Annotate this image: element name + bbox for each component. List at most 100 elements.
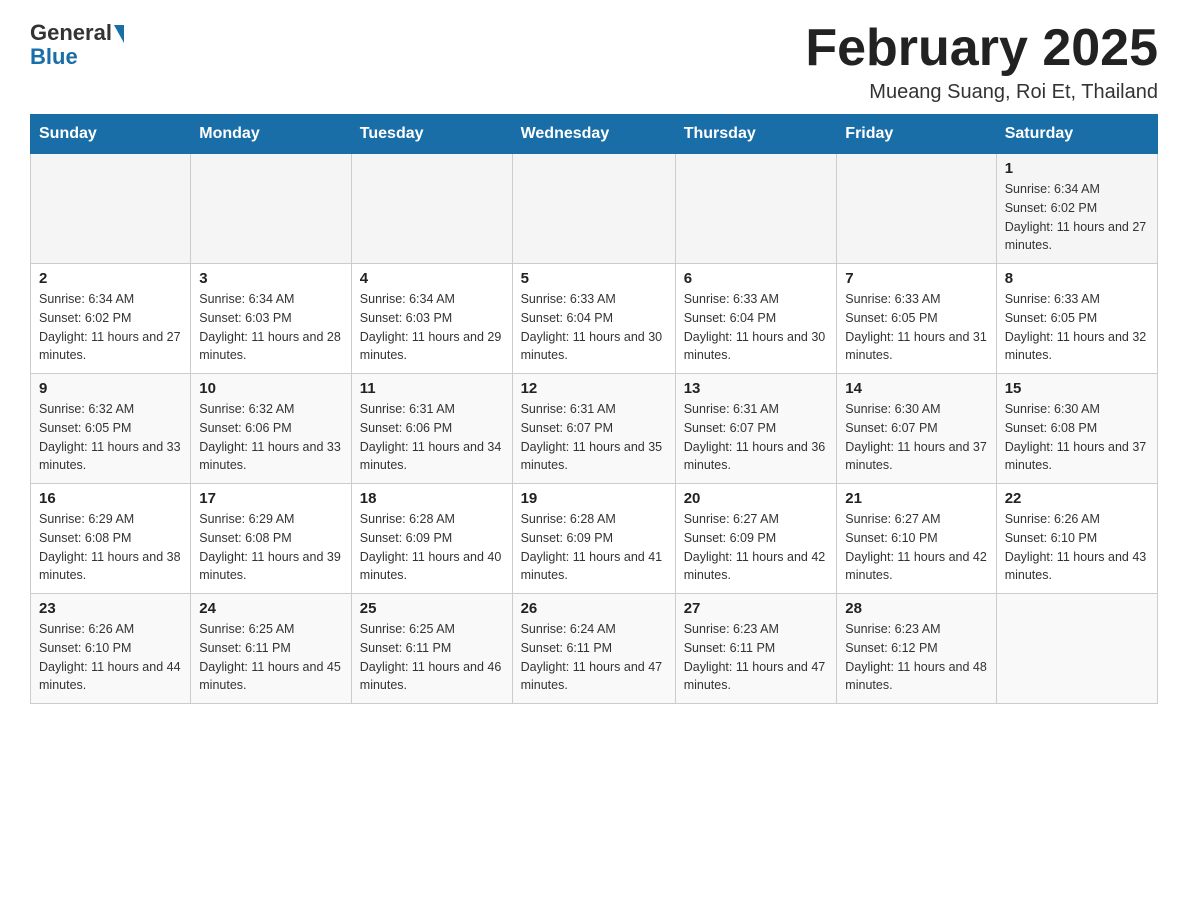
table-row: 12 Sunrise: 6:31 AM Sunset: 6:07 PM Dayli… — [512, 374, 675, 484]
table-row: 3 Sunrise: 6:34 AM Sunset: 6:03 PM Daylig… — [191, 264, 352, 374]
table-row — [675, 154, 837, 264]
day-number: 15 — [1005, 380, 1149, 397]
day-info: Sunrise: 6:26 AM Sunset: 6:10 PM Dayligh… — [1005, 510, 1149, 585]
day-number: 20 — [684, 490, 829, 507]
day-info: Sunrise: 6:34 AM Sunset: 6:03 PM Dayligh… — [360, 290, 504, 365]
day-info: Sunrise: 6:32 AM Sunset: 6:06 PM Dayligh… — [199, 400, 343, 475]
day-number: 24 — [199, 600, 343, 617]
table-row: 1 Sunrise: 6:34 AM Sunset: 6:02 PM Daylig… — [996, 154, 1157, 264]
table-row — [837, 154, 996, 264]
table-row: 5Sunrise: 6:33 AM Sunset: 6:04 PM Daylig… — [512, 264, 675, 374]
day-number: 17 — [199, 490, 343, 507]
day-number: 22 — [1005, 490, 1149, 507]
day-number: 3 — [199, 270, 343, 287]
table-row: 19 Sunrise: 6:28 AM Sunset: 6:09 PM Dayli… — [512, 484, 675, 594]
day-info: Sunrise: 6:23 AM Sunset: 6:11 PM Dayligh… — [684, 620, 829, 695]
logo-general-text: General — [30, 20, 112, 46]
day-number: 21 — [845, 490, 987, 507]
calendar: Sunday Monday Tuesday Wednesday Thursday… — [30, 114, 1158, 704]
calendar-week-row: 9 Sunrise: 6:32 AM Sunset: 6:05 PM Daylig… — [31, 374, 1158, 484]
day-number: 25 — [360, 600, 504, 617]
day-info: Sunrise: 6:28 AM Sunset: 6:09 PM Dayligh… — [521, 510, 667, 585]
calendar-week-row: 1 Sunrise: 6:34 AM Sunset: 6:02 PM Daylig… — [31, 154, 1158, 264]
day-number: 18 — [360, 490, 504, 507]
day-info: Sunrise: 6:33 AM Sunset: 6:05 PM Dayligh… — [845, 290, 987, 365]
table-row: 14 Sunrise: 6:30 AM Sunset: 6:07 PM Dayli… — [837, 374, 996, 484]
page: General Blue February 2025 Mueang Suang,… — [0, 0, 1188, 734]
day-number: 8 — [1005, 270, 1149, 287]
logo: General Blue — [30, 20, 124, 70]
table-row: 11Sunrise: 6:31 AM Sunset: 6:06 PM Dayli… — [351, 374, 512, 484]
day-number: 26 — [521, 600, 667, 617]
day-info: Sunrise: 6:23 AM Sunset: 6:12 PM Dayligh… — [845, 620, 987, 695]
day-info: Sunrise: 6:27 AM Sunset: 6:09 PM Dayligh… — [684, 510, 829, 585]
header-tuesday: Tuesday — [351, 115, 512, 154]
weekday-header-row: Sunday Monday Tuesday Wednesday Thursday… — [31, 115, 1158, 154]
day-number: 16 — [39, 490, 182, 507]
location: Mueang Suang, Roi Et, Thailand — [805, 81, 1158, 104]
day-number: 14 — [845, 380, 987, 397]
table-row: 24 Sunrise: 6:25 AM Sunset: 6:11 PM Dayli… — [191, 594, 352, 704]
day-info: Sunrise: 6:31 AM Sunset: 6:07 PM Dayligh… — [521, 400, 667, 475]
calendar-week-row: 16 Sunrise: 6:29 AM Sunset: 6:08 PM Dayli… — [31, 484, 1158, 594]
day-info: Sunrise: 6:25 AM Sunset: 6:11 PM Dayligh… — [199, 620, 343, 695]
day-number: 12 — [521, 380, 667, 397]
table-row: 25Sunrise: 6:25 AM Sunset: 6:11 PM Dayli… — [351, 594, 512, 704]
day-number: 11 — [360, 380, 504, 397]
day-info: Sunrise: 6:29 AM Sunset: 6:08 PM Dayligh… — [199, 510, 343, 585]
header-wednesday: Wednesday — [512, 115, 675, 154]
day-number: 27 — [684, 600, 829, 617]
calendar-week-row: 23 Sunrise: 6:26 AM Sunset: 6:10 PM Dayli… — [31, 594, 1158, 704]
table-row: 27 Sunrise: 6:23 AM Sunset: 6:11 PM Dayli… — [675, 594, 837, 704]
table-row: 4 Sunrise: 6:34 AM Sunset: 6:03 PM Daylig… — [351, 264, 512, 374]
table-row: 8 Sunrise: 6:33 AM Sunset: 6:05 PM Daylig… — [996, 264, 1157, 374]
day-number: 13 — [684, 380, 829, 397]
day-info: Sunrise: 6:33 AM Sunset: 6:04 PM Dayligh… — [684, 290, 829, 365]
day-number: 7 — [845, 270, 987, 287]
day-info: Sunrise: 6:30 AM Sunset: 6:08 PM Dayligh… — [1005, 400, 1149, 475]
day-number: 2 — [39, 270, 182, 287]
table-row — [996, 594, 1157, 704]
day-info: Sunrise: 6:33 AM Sunset: 6:05 PM Dayligh… — [1005, 290, 1149, 365]
header-friday: Friday — [837, 115, 996, 154]
table-row — [351, 154, 512, 264]
day-info: Sunrise: 6:30 AM Sunset: 6:07 PM Dayligh… — [845, 400, 987, 475]
day-number: 28 — [845, 600, 987, 617]
day-info: Sunrise: 6:26 AM Sunset: 6:10 PM Dayligh… — [39, 620, 182, 695]
table-row: 15 Sunrise: 6:30 AM Sunset: 6:08 PM Dayli… — [996, 374, 1157, 484]
table-row: 7 Sunrise: 6:33 AM Sunset: 6:05 PM Daylig… — [837, 264, 996, 374]
header: General Blue February 2025 Mueang Suang,… — [30, 20, 1158, 104]
logo-arrow-icon — [114, 25, 124, 43]
day-number: 1 — [1005, 160, 1149, 177]
day-info: Sunrise: 6:32 AM Sunset: 6:05 PM Dayligh… — [39, 400, 182, 475]
table-row: 26 Sunrise: 6:24 AM Sunset: 6:11 PM Dayli… — [512, 594, 675, 704]
table-row: 17 Sunrise: 6:29 AM Sunset: 6:08 PM Dayli… — [191, 484, 352, 594]
header-sunday: Sunday — [31, 115, 191, 154]
day-info: Sunrise: 6:29 AM Sunset: 6:08 PM Dayligh… — [39, 510, 182, 585]
day-number: 4 — [360, 270, 504, 287]
table-row: 23 Sunrise: 6:26 AM Sunset: 6:10 PM Dayli… — [31, 594, 191, 704]
day-info: Sunrise: 6:34 AM Sunset: 6:03 PM Dayligh… — [199, 290, 343, 365]
day-info: Sunrise: 6:27 AM Sunset: 6:10 PM Dayligh… — [845, 510, 987, 585]
logo-blue-text: Blue — [30, 44, 78, 70]
day-number: 9 — [39, 380, 182, 397]
table-row — [31, 154, 191, 264]
table-row: 16 Sunrise: 6:29 AM Sunset: 6:08 PM Dayli… — [31, 484, 191, 594]
table-row: 20 Sunrise: 6:27 AM Sunset: 6:09 PM Dayli… — [675, 484, 837, 594]
header-saturday: Saturday — [996, 115, 1157, 154]
day-number: 5 — [521, 270, 667, 287]
day-number: 10 — [199, 380, 343, 397]
day-info: Sunrise: 6:24 AM Sunset: 6:11 PM Dayligh… — [521, 620, 667, 695]
day-number: 19 — [521, 490, 667, 507]
day-info: Sunrise: 6:31 AM Sunset: 6:07 PM Dayligh… — [684, 400, 829, 475]
table-row: 9 Sunrise: 6:32 AM Sunset: 6:05 PM Daylig… — [31, 374, 191, 484]
day-info: Sunrise: 6:34 AM Sunset: 6:02 PM Dayligh… — [1005, 180, 1149, 255]
day-number: 23 — [39, 600, 182, 617]
title-block: February 2025 Mueang Suang, Roi Et, Thai… — [805, 20, 1158, 104]
header-thursday: Thursday — [675, 115, 837, 154]
day-info: Sunrise: 6:34 AM Sunset: 6:02 PM Dayligh… — [39, 290, 182, 365]
table-row: 28 Sunrise: 6:23 AM Sunset: 6:12 PM Dayli… — [837, 594, 996, 704]
table-row: 2 Sunrise: 6:34 AM Sunset: 6:02 PM Daylig… — [31, 264, 191, 374]
table-row: 10 Sunrise: 6:32 AM Sunset: 6:06 PM Dayli… — [191, 374, 352, 484]
day-info: Sunrise: 6:28 AM Sunset: 6:09 PM Dayligh… — [360, 510, 504, 585]
